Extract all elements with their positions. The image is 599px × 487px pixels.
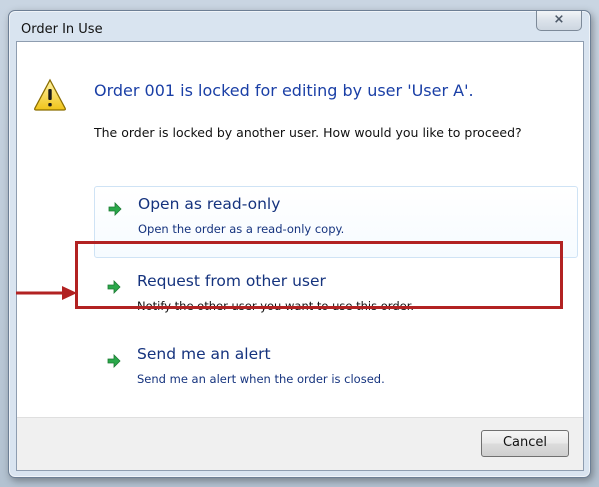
cancel-button[interactable]: Cancel (481, 430, 569, 457)
dialog-footer: Cancel (17, 417, 583, 470)
option-description: Open the order as a read-only copy. (138, 222, 345, 236)
green-arrow-icon (108, 202, 122, 216)
green-arrow-icon (107, 354, 121, 368)
red-pointer-arrow-icon (16, 286, 77, 300)
option-title: Send me an alert (137, 345, 271, 363)
close-icon: ⨯ (553, 12, 565, 27)
option-send-alert[interactable]: Send me an alert Send me an alert when t… (94, 344, 576, 404)
content-text: The order is locked by another user. How… (94, 125, 522, 140)
main-instruction: Order 001 is locked for editing by user … (94, 81, 474, 100)
warning-triangle-icon (34, 78, 66, 111)
title-bar[interactable]: Order In Use ⨯ (9, 11, 590, 41)
highlight-annotation-box (75, 241, 563, 309)
close-button[interactable]: ⨯ (536, 11, 582, 31)
option-title: Open as read-only (138, 195, 281, 213)
option-description: Send me an alert when the order is close… (137, 372, 385, 386)
window-title: Order In Use (21, 22, 103, 37)
